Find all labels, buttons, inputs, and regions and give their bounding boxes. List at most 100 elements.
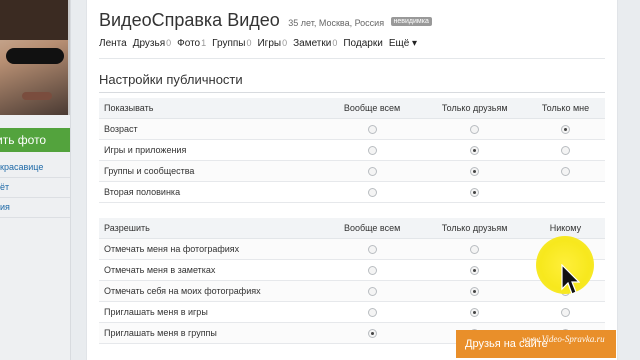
setting-label: Игры и приложения [99,139,321,161]
nav-item-count: 0 [166,38,172,48]
radio-cell [526,139,605,161]
nav-item-label: Подарки [343,38,383,49]
radio-cell [423,238,526,260]
table-row: Отмечать меня на фотографиях [99,238,605,260]
nav-item[interactable]: Подарки [343,38,382,49]
column-header: Вообще всем [320,218,424,239]
radio-option[interactable] [367,266,377,276]
radio-option[interactable] [470,146,480,156]
table-header-row: Разрешить Вообще всем Только друзьям Никому [99,218,605,239]
radio-option[interactable] [561,125,571,135]
avatar-hair [0,0,68,40]
table-row: Группы и сообщества [99,160,605,182]
radio-option[interactable] [367,308,377,318]
nav-item[interactable]: Лента [99,38,127,49]
radio-cell [423,301,526,323]
nav-item-count: 0 [246,38,252,48]
nav-item-label: Заметки [293,38,332,49]
table-row: Отмечать себя на моих фотографиях [99,280,605,302]
column-header: Только мне [526,98,605,119]
radio-cell [526,160,605,182]
radio-option[interactable] [470,266,480,276]
nav-item[interactable]: Заметки0 [293,38,337,49]
divider [99,58,605,59]
radio-cell [423,259,526,281]
radio-cell [320,322,424,344]
radio-option[interactable] [560,308,570,318]
radio-cell [320,259,424,281]
radio-cell [525,301,605,323]
nav-item[interactable]: Группы0 [212,38,251,49]
nav-item-count: 0 [332,38,338,48]
radio-option[interactable] [367,146,377,156]
radio-cell [423,181,527,203]
left-sidebar: ить фото красавице ёт ия [0,0,71,360]
radio-option[interactable] [367,167,377,177]
profile-nav: Лента Друзья0 Фото1 Группы0 Игры0 Заметки0 Под… [99,38,423,49]
radio-option[interactable] [470,167,480,177]
nav-item-label: Группы [212,38,246,49]
radio-cell [423,139,527,161]
setting-label: Вторая половинка [99,181,321,203]
column-header: Только друзьям [423,98,527,119]
nav-item[interactable]: Фото1 [177,38,206,49]
profile-name[interactable]: ВидеоСправка Видео [99,10,280,30]
setting-label: Приглашать меня в игры [99,301,321,323]
nav-item-count: 0 [282,38,288,48]
radio-option[interactable] [367,125,377,135]
section-divider [99,92,605,93]
nav-item[interactable]: Ещё ▾ [389,38,417,49]
radio-cell [423,160,527,182]
radio-cell [320,238,424,260]
nav-item-label: Друзья [132,38,166,49]
profile-meta: 35 лет, Москва, Россия [288,18,385,28]
nav-item-label: Фото [177,38,201,49]
nav-item-label: Игры [257,38,282,49]
radio-cell [320,301,424,323]
table-row: Возраст [99,118,605,140]
radio-cell [320,181,424,203]
radio-option[interactable] [470,188,480,198]
radio-option[interactable] [367,287,377,297]
radio-option[interactable] [367,245,377,255]
radio-option[interactable] [470,287,480,297]
setting-label: Отмечать меня в заметках [99,259,321,281]
radio-option[interactable] [470,308,480,318]
table-header-row: Показывать Вообще всем Только друзьям Тольк… [99,98,605,119]
avatar-glasses [6,48,64,64]
radio-option[interactable] [367,188,377,198]
avatar-mouth [22,92,52,100]
radio-option[interactable] [470,245,480,255]
column-header: Вообще всем [320,98,424,119]
radio-cell [423,280,526,302]
sidebar-link[interactable]: красавице [0,158,70,178]
nav-item[interactable]: Друзья0 [133,38,171,49]
table-row: Отмечать меня в заметках [99,259,605,281]
radio-cell [320,160,424,182]
main-panel: ВидеоСправка Видео 35 лет, Москва, Росси… [86,0,618,360]
radio-option[interactable] [561,146,571,156]
table-row: Вторая половинка [99,181,605,203]
profile-header: ВидеоСправка Видео 35 лет, Москва, Росси… [99,10,432,31]
watermark: www.Video-Spravka.ru [522,334,605,344]
add-photo-button[interactable]: ить фото [0,128,70,152]
avatar[interactable] [0,0,70,115]
mouse-cursor-icon [561,264,580,295]
nav-item-label: Ещё ▾ [388,38,418,49]
radio-option[interactable] [367,329,377,339]
radio-cell [320,139,424,161]
radio-cell [526,181,605,203]
table-row: Приглашать меня в игры [99,301,605,323]
page-title: Настройки публичности [99,72,243,87]
nav-item-count: 1 [201,38,207,48]
radio-option[interactable] [470,125,480,135]
column-header: Разрешить [99,218,321,239]
setting-label: Группы и сообщества [99,160,321,182]
sidebar-link[interactable]: ия [0,198,70,218]
radio-option[interactable] [561,167,571,177]
column-header: Только друзьям [423,218,526,239]
sidebar-link[interactable]: ёт [0,178,70,198]
radio-cell [320,280,424,302]
nav-item[interactable]: Игры0 [257,38,287,49]
radio-cell [423,118,527,140]
